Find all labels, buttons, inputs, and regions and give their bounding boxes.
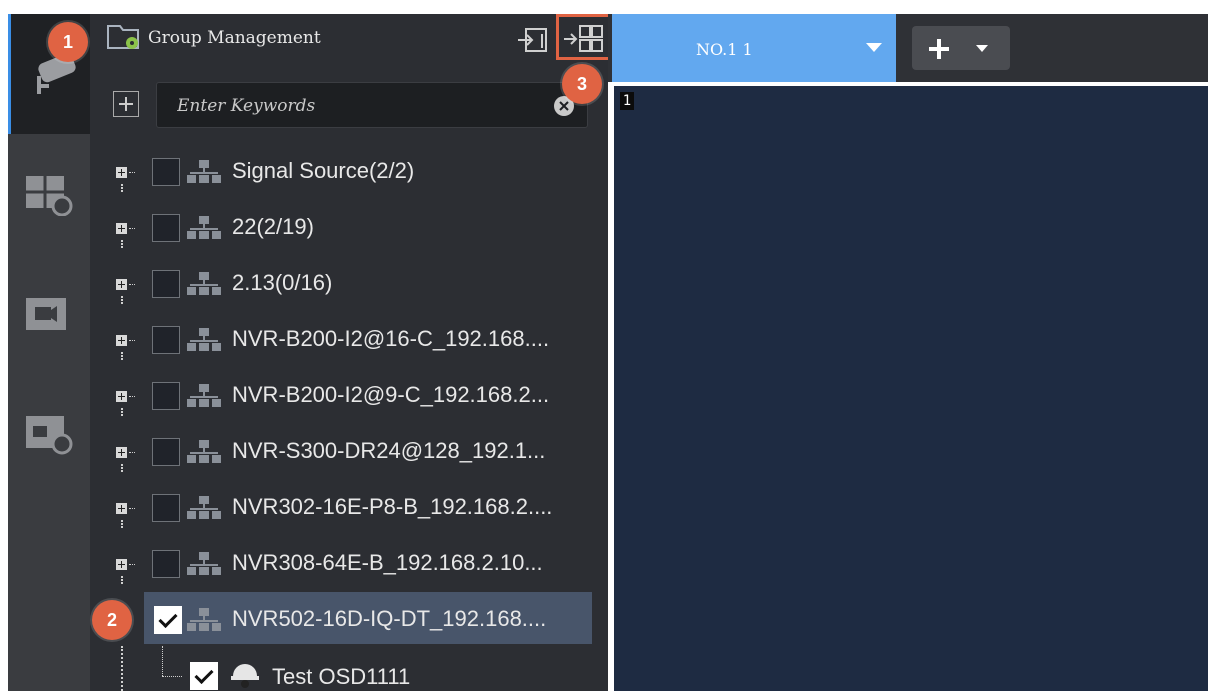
tree-label: NVR-B200-I2@16-C_192.168.... (232, 326, 550, 351)
rail-item-video[interactable] (8, 254, 90, 374)
tree-row[interactable]: NVR-B200-I2@9-C_192.168.2... (90, 370, 608, 422)
panel-title: Group Management (148, 28, 321, 48)
tree-row[interactable]: Signal Source(2/2) (90, 146, 608, 198)
tree-connector (121, 352, 123, 360)
tree-connector (129, 396, 135, 397)
device-group-icon (187, 160, 221, 183)
tree-row[interactable]: 2.13(0/16) (90, 258, 608, 310)
device-group-icon (187, 552, 221, 575)
tree-connector (121, 240, 123, 248)
checkbox[interactable] (152, 270, 180, 298)
rail-item-playback[interactable] (8, 374, 90, 494)
tree-connector (129, 284, 135, 285)
tree-row[interactable]: NVR302-16E-P8-B_192.168.2.... (90, 482, 608, 534)
tree-label: 2.13(0/16) (232, 270, 333, 295)
tree-row[interactable]: NVR-S300-DR24@128_192.1... (90, 426, 608, 478)
tree-label: NVR-S300-DR24@128_192.1... (232, 438, 546, 463)
tree-connector (129, 452, 135, 453)
playback-icon (26, 416, 73, 455)
tree-connector (129, 340, 135, 341)
step-badge: 3 (562, 64, 602, 104)
highlight-frame (556, 14, 612, 60)
expand-icon[interactable] (116, 279, 127, 290)
checkbox[interactable] (152, 438, 180, 466)
expand-icon[interactable] (116, 503, 127, 514)
tree-connector (129, 228, 135, 229)
expand-icon[interactable] (116, 335, 127, 346)
tree-connector (121, 464, 123, 472)
tree-connector (129, 564, 135, 565)
tree-label: NVR502-16D-IQ-DT_192.168.... (232, 606, 547, 631)
tab-label: NO.1 1 (696, 40, 753, 59)
expand-icon[interactable] (116, 167, 127, 178)
tree-connector (129, 172, 135, 173)
tree-row[interactable]: NVR-B200-I2@16-C_192.168.... (90, 314, 608, 366)
search-box (156, 82, 588, 128)
plus-icon (119, 97, 133, 111)
tree-label: 22(2/19) (232, 214, 314, 239)
tree-label: NVR308-64E-B_192.168.2.10... (232, 550, 543, 575)
tree-label: Test OSD1111 (272, 664, 411, 689)
checkbox-checked[interactable] (190, 662, 218, 690)
checkbox-checked[interactable] (154, 606, 182, 634)
checkbox[interactable] (152, 494, 180, 522)
window-index: 1 (620, 92, 634, 110)
device-group-icon (187, 440, 221, 463)
left-rail (8, 14, 90, 691)
plus-icon (929, 39, 949, 59)
device-group-icon (187, 216, 221, 239)
checkbox[interactable] (152, 158, 180, 186)
device-group-icon (187, 384, 221, 407)
tree-row-child[interactable]: Test OSD1111 (90, 650, 608, 691)
window-tabs-bar: NO.1 1 (608, 14, 1208, 82)
dome-camera-icon (231, 664, 259, 688)
device-group-icon (187, 328, 221, 351)
device-group-icon (187, 608, 221, 631)
step-badge: 1 (48, 22, 88, 62)
import-icon[interactable] (516, 26, 550, 54)
tree-label: Signal Source(2/2) (232, 158, 415, 183)
chevron-down-icon[interactable] (866, 43, 882, 52)
checkbox[interactable] (152, 326, 180, 354)
tree-row[interactable]: NVR308-64E-B_192.168.2.10... (90, 538, 608, 590)
video-window[interactable] (614, 86, 1208, 691)
rail-item-tv-wall[interactable] (8, 134, 90, 254)
tree-connector (121, 408, 123, 416)
tree-connector (121, 520, 123, 528)
checkbox[interactable] (152, 550, 180, 578)
add-tab-button[interactable] (912, 26, 1010, 70)
device-group-icon (187, 496, 221, 519)
video-icon (26, 298, 66, 330)
tree-label: NVR-B200-I2@9-C_192.168.2... (232, 382, 550, 407)
tree-connector (121, 184, 123, 192)
tv-wall-playback-icon (26, 176, 73, 216)
expand-icon[interactable] (116, 223, 127, 234)
folder-settings-icon (107, 25, 139, 49)
expand-icon[interactable] (116, 391, 127, 402)
tree-connector (129, 508, 135, 509)
step-badge: 2 (92, 600, 132, 640)
tree-connector (121, 576, 123, 584)
checkbox[interactable] (152, 382, 180, 410)
expand-icon[interactable] (116, 447, 127, 458)
tree-row[interactable]: 22(2/19) (90, 202, 608, 254)
device-group-icon (187, 272, 221, 295)
checkbox[interactable] (152, 214, 180, 242)
expand-icon[interactable] (116, 559, 127, 570)
tree-label: NVR302-16E-P8-B_192.168.2.... (232, 494, 553, 519)
add-group-button[interactable] (113, 91, 139, 117)
search-input[interactable] (175, 93, 549, 119)
chevron-down-icon[interactable] (976, 45, 988, 52)
tree-connector (121, 296, 123, 304)
tab-no-1[interactable]: NO.1 1 (612, 14, 896, 82)
tree-row-selected[interactable]: NVR502-16D-IQ-DT_192.168.... (144, 592, 592, 644)
